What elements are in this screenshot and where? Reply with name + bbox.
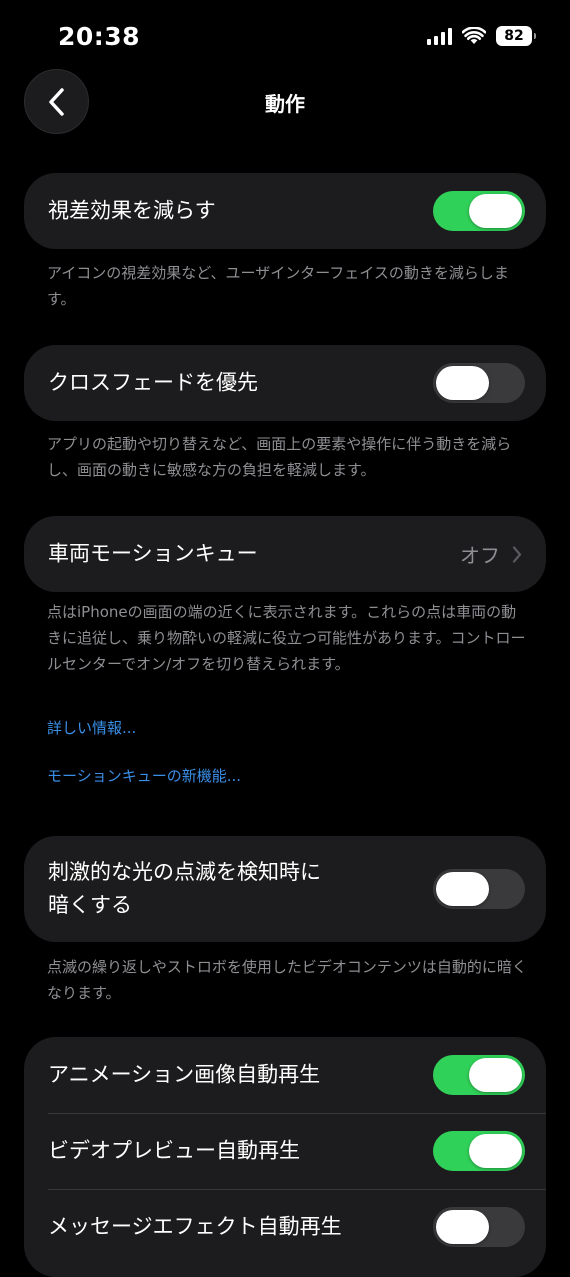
reduce-motion-toggle[interactable] <box>433 191 525 231</box>
wifi-icon <box>462 27 486 44</box>
vehicle-motion-detail: オフ <box>460 540 522 569</box>
dim-flashing-footnote: 点滅の繰り返しやストロボを使用したビデオコンテンツは自動的に暗くなります。 <box>47 958 527 1002</box>
vehicle-motion-card[interactable]: 車両モーションキュー オフ <box>24 516 546 592</box>
toggle-knob <box>436 872 489 906</box>
reduce-motion-card: 視差効果を減らす <box>24 173 546 249</box>
cross-fade-row: クロスフェードを優先 <box>24 345 546 421</box>
toggle-knob <box>436 1210 489 1244</box>
animated-images-toggle[interactable] <box>433 1055 525 1095</box>
dim-flashing-card: 刺激的な光の点滅を検知時に 暗くする <box>24 836 546 942</box>
cross-fade-toggle[interactable] <box>433 363 525 403</box>
reduce-motion-row: 視差効果を減らす <box>24 173 546 249</box>
toggle-knob <box>436 366 489 400</box>
cross-fade-card: クロスフェードを優先 <box>24 345 546 421</box>
toggle-knob <box>469 1058 522 1092</box>
status-icons: 82 <box>427 26 536 46</box>
animated-images-label: アニメーション画像自動再生 <box>48 1062 321 1087</box>
dim-flashing-toggle[interactable] <box>433 869 525 909</box>
vehicle-motion-footnote: 点はiPhoneの画面の端の近くに表示されます。これらの点は車両の動きに追従し、… <box>47 603 526 673</box>
cross-fade-label: クロスフェードを優先 <box>48 370 258 395</box>
motion-cues-new-features-link[interactable]: モーションキューの新機能... <box>47 765 241 786</box>
message-effects-toggle[interactable] <box>433 1207 525 1247</box>
message-effects-row: メッセージエフェクト自動再生 <box>24 1189 546 1265</box>
status-bar: 20:38 82 <box>0 0 570 70</box>
status-time: 20:38 <box>58 22 141 51</box>
cellular-signal-icon <box>427 27 452 45</box>
video-previews-toggle[interactable] <box>433 1131 525 1171</box>
vehicle-motion-value: オフ <box>460 543 500 568</box>
learn-more-link[interactable]: 詳しい情報... <box>47 717 136 738</box>
reduce-motion-label: 視差効果を減らす <box>48 198 216 223</box>
battery-level: 82 <box>504 28 524 44</box>
toggle-knob <box>469 1134 522 1168</box>
auto-play-card: アニメーション画像自動再生 ビデオプレビュー自動再生 メッセージエフェクト自動再… <box>24 1037 546 1277</box>
video-previews-row: ビデオプレビュー自動再生 <box>24 1113 546 1189</box>
toggle-knob <box>469 194 522 228</box>
dim-flashing-label-line1: 刺激的な光の点滅を検知時に <box>48 860 321 884</box>
reduce-motion-footnote: アイコンの視差効果など、ユーザインターフェイスの動きを減らします。 <box>47 264 509 308</box>
video-previews-label: ビデオプレビュー自動再生 <box>48 1138 300 1163</box>
chevron-right-icon <box>512 545 522 563</box>
cross-fade-footnote: アプリの起動や切り替えなど、画面上の要素や操作に伴う動きを減らし、画面の動きに敏… <box>47 435 512 479</box>
vehicle-motion-label: 車両モーションキュー <box>48 541 258 566</box>
dim-flashing-row: 刺激的な光の点滅を検知時に 暗くする <box>24 836 546 942</box>
battery-icon: 82 <box>496 26 536 46</box>
dim-flashing-label: 刺激的な光の点滅を検知時に 暗くする <box>48 856 321 922</box>
message-effects-label: メッセージエフェクト自動再生 <box>48 1214 342 1239</box>
vehicle-motion-row[interactable]: 車両モーションキュー オフ <box>24 516 546 592</box>
animated-images-row: アニメーション画像自動再生 <box>24 1037 546 1113</box>
dim-flashing-label-line2: 暗くする <box>48 893 132 917</box>
page-title: 動作 <box>265 92 305 116</box>
